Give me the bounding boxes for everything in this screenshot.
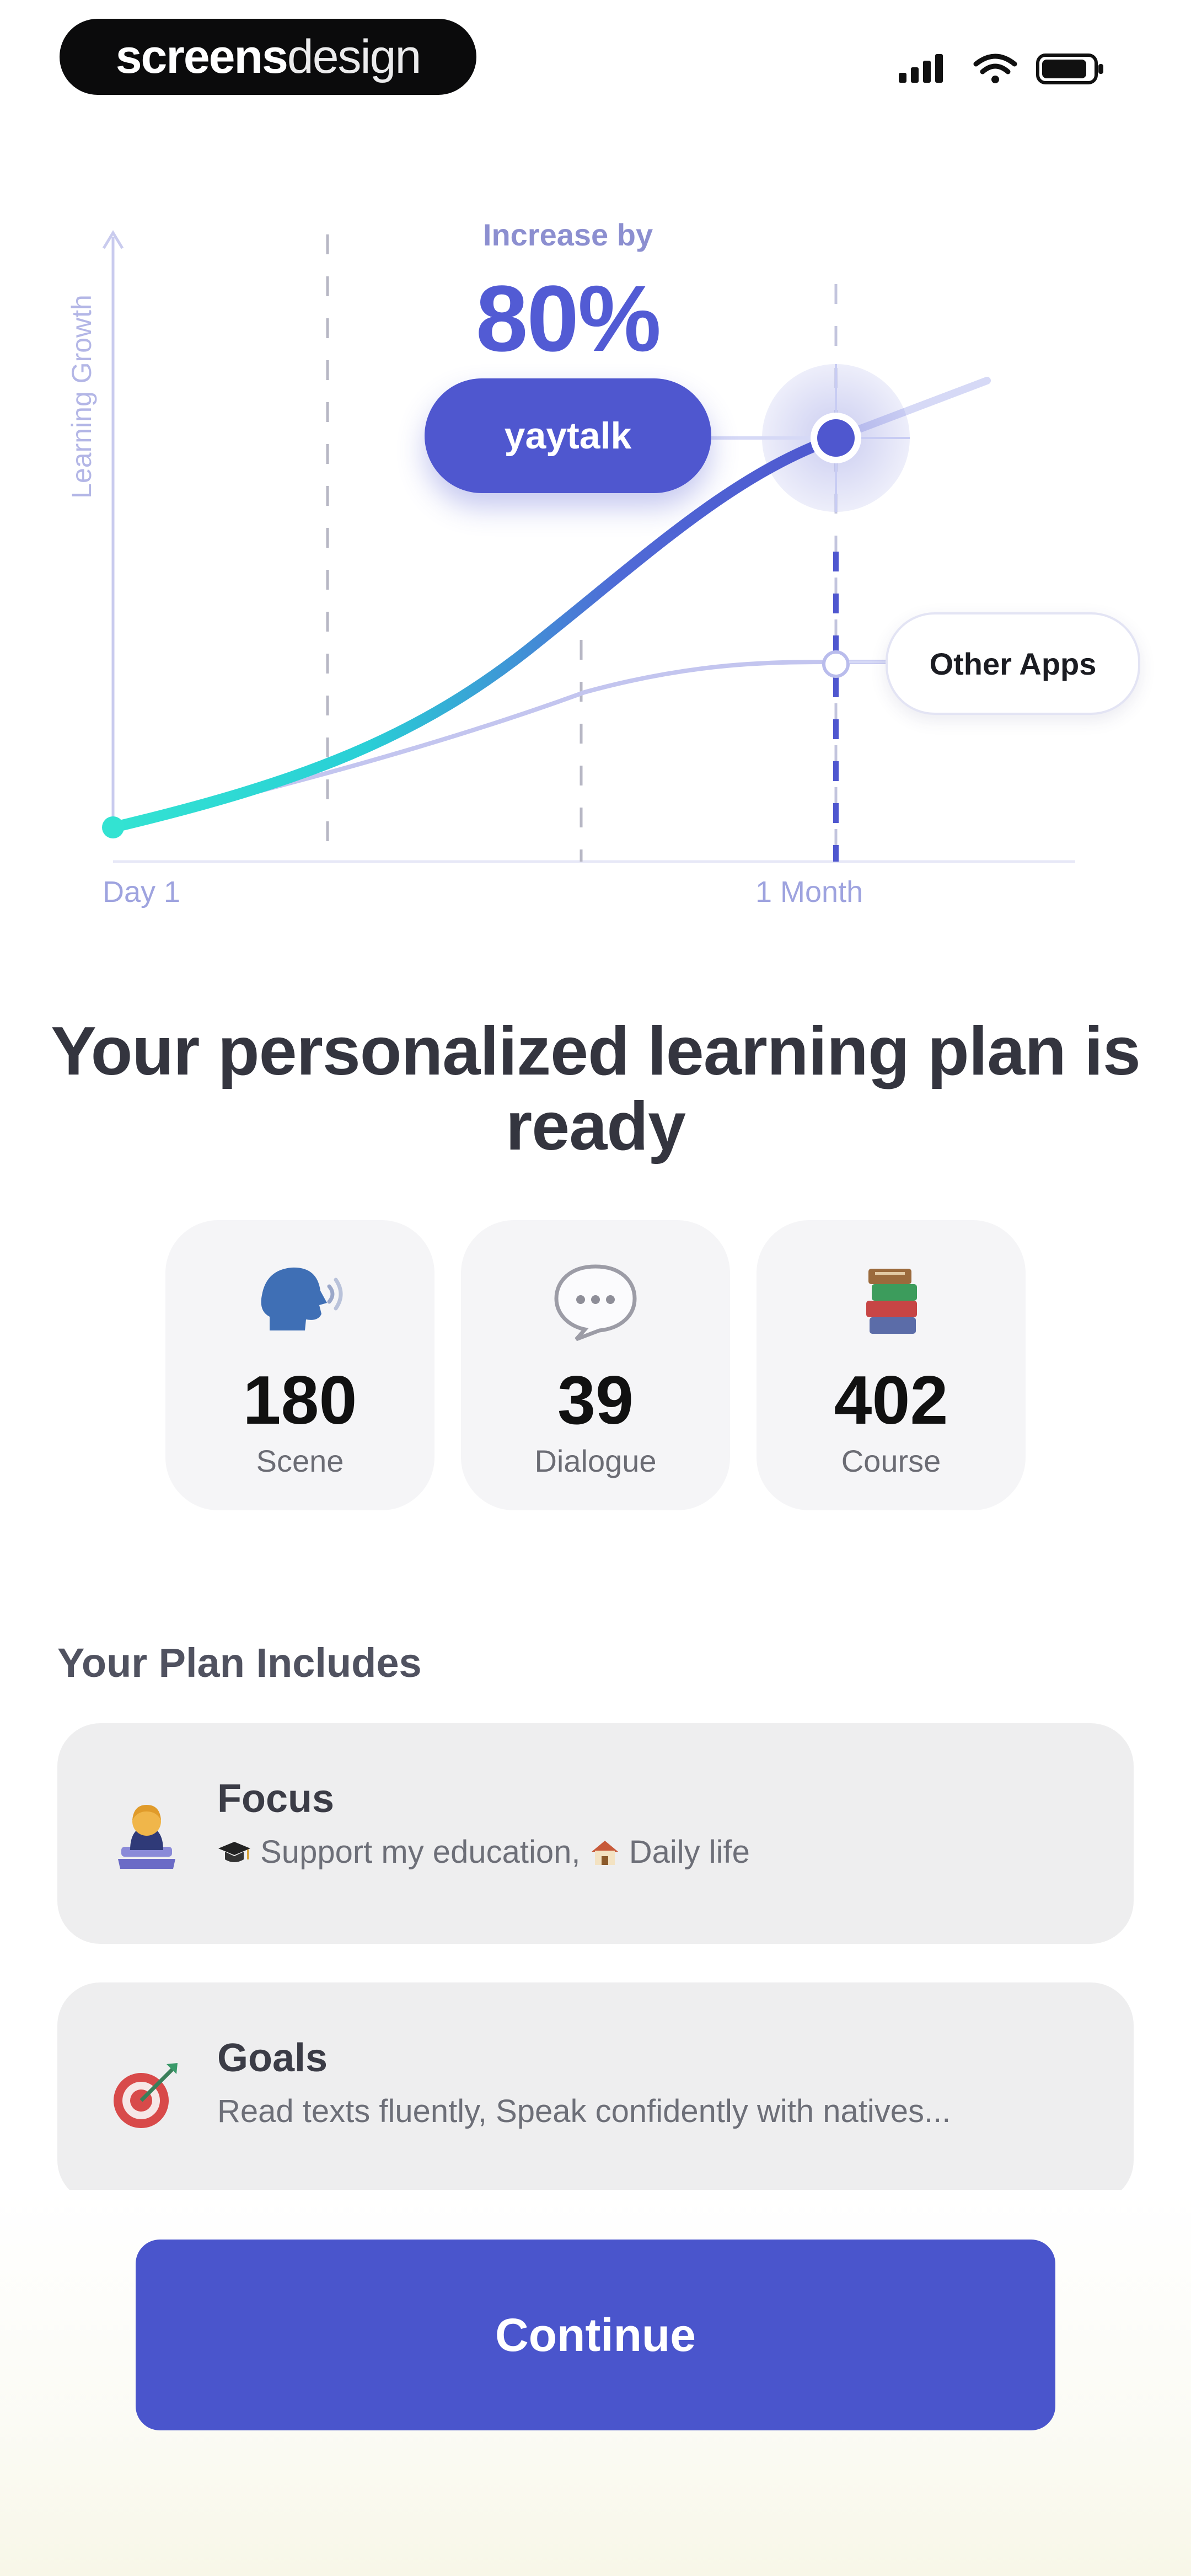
status-icons <box>893 47 1114 86</box>
series-start-point <box>102 816 124 838</box>
series-other-apps-point <box>822 650 850 678</box>
focus-part-1: Support my education, <box>260 1834 581 1870</box>
stat-value: 180 <box>243 1362 357 1439</box>
page-title-line2: ready <box>506 1088 686 1164</box>
x-axis-start-label: Day 1 <box>103 875 181 908</box>
books-icon <box>757 1259 1026 1342</box>
house-icon <box>591 1841 618 1865</box>
stat-card-dialogue: 39 Dialogue <box>461 1220 730 1510</box>
x-axis-end-label: 1 Month <box>755 875 863 908</box>
stat-label: Dialogue <box>534 1444 657 1478</box>
wifi-icon <box>973 54 1017 83</box>
speech-bubble-icon <box>461 1259 730 1342</box>
series-brand-point <box>817 419 855 457</box>
brand-secondary: design <box>287 30 421 83</box>
page-title-line1: Your personalized learning plan is <box>51 1013 1141 1089</box>
plan-item-desc: Support my education, Daily life <box>217 1834 1110 1870</box>
plan-item-title: Goals <box>217 2036 328 2080</box>
series-brand-line <box>108 432 841 833</box>
increase-value: 80% <box>475 266 661 371</box>
stats-row: 180 Scene 39 Dialogue 402 Course <box>165 1220 1026 1510</box>
target-icon <box>105 2052 187 2135</box>
stat-card-scene: 180 Scene <box>165 1220 434 1510</box>
graduation-cap-icon <box>218 1842 250 1862</box>
brand-primary: screens <box>115 30 288 83</box>
brand-watermark: screens design <box>60 19 476 95</box>
battery-icon <box>1036 54 1103 84</box>
other-series-label: Other Apps <box>886 612 1140 715</box>
plan-section-title: Your Plan Includes <box>57 1640 422 1686</box>
brand-series-label: yaytalk <box>425 378 711 493</box>
series-other-apps-line <box>112 660 893 830</box>
y-axis-label: Learning Growth <box>66 295 97 499</box>
student-icon <box>105 1793 187 1875</box>
increase-label: Increase by <box>482 217 653 252</box>
plan-item-focus[interactable]: Focus Support my education, Daily life <box>57 1723 1134 1944</box>
stat-label: Course <box>841 1444 941 1478</box>
stat-value: 39 <box>557 1362 634 1439</box>
plan-item-title: Focus <box>217 1777 335 1821</box>
page-title: Your personalized learning plan is ready <box>0 1014 1191 1164</box>
signal-icon <box>899 54 943 83</box>
stat-card-course: 402 Course <box>757 1220 1026 1510</box>
growth-chart: Learning Growth Increase by 80% yaytalk … <box>0 165 1191 927</box>
speaking-head-icon <box>165 1259 434 1342</box>
stat-value: 402 <box>834 1362 948 1439</box>
continue-button[interactable]: Continue <box>136 2240 1055 2430</box>
plan-item-desc: Read texts fluently, Speak confidently w… <box>217 2093 951 2129</box>
plan-item-goals[interactable]: Goals Read texts fluently, Speak confide… <box>57 1982 1134 2203</box>
stat-label: Scene <box>256 1444 344 1478</box>
focus-part-2: Daily life <box>629 1834 750 1870</box>
